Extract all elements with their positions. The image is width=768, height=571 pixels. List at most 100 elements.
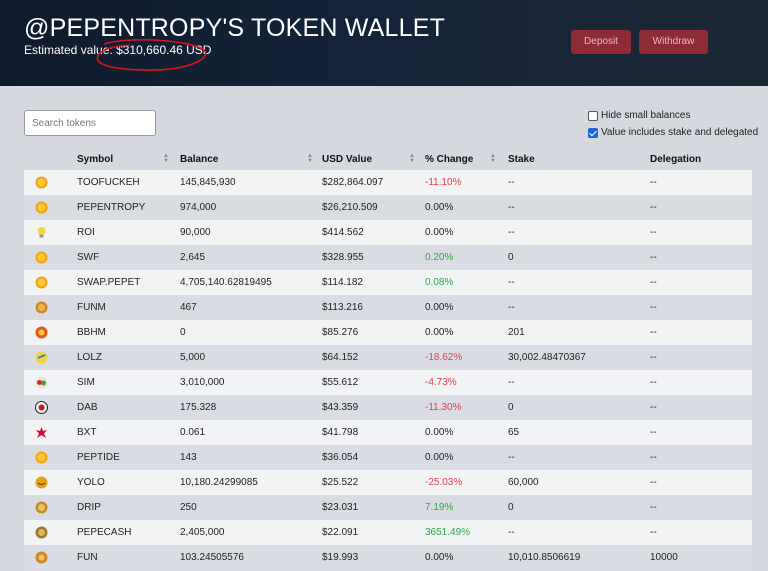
token-balance: 4,705,140.62819495 (180, 277, 272, 288)
table-row: PEPECASH 2,405,000 $22.091 3651.49% -- -- (24, 520, 752, 545)
token-change: 0.00% (425, 427, 454, 438)
token-usd-value: $114.182 (322, 277, 363, 288)
include-stake-checkbox[interactable] (588, 127, 598, 138)
token-symbol[interactable]: BBHM (77, 327, 106, 338)
hide-small-balances-option[interactable]: Hide small balances (588, 110, 691, 121)
token-change: 0.00% (425, 327, 454, 338)
table-row: DAB 175.328 $43.359 -11.30% 0 -- (24, 395, 752, 420)
token-stake: -- (508, 452, 515, 463)
token-usd-value: $64.152 (322, 352, 359, 363)
token-change: -25.03% (425, 477, 463, 488)
lightbulb-icon (37, 227, 46, 238)
token-symbol[interactable]: TOOFUCKEH (77, 177, 140, 188)
token-symbol[interactable]: ROI (77, 227, 95, 238)
token-stake: 60,000 (508, 477, 539, 488)
bbhm-icon (35, 326, 48, 339)
coin-icon (35, 451, 48, 464)
token-change: -11.30% (425, 402, 462, 413)
token-symbol[interactable]: FUNM (77, 302, 106, 313)
column-header-stake: Stake (508, 154, 535, 165)
table-row: PEPTIDE 143 $36.054 0.00% -- -- (24, 445, 752, 470)
token-symbol[interactable]: PEPECASH (77, 527, 131, 538)
table-row: FUNM 467 $113.216 0.00% -- -- (24, 295, 752, 320)
column-header-symbol[interactable]: Symbol (77, 154, 113, 165)
coin-icon (35, 176, 48, 189)
token-balance: 2,405,000 (180, 527, 225, 538)
bxt-icon (36, 427, 47, 438)
token-symbol[interactable]: LOLZ (77, 352, 102, 363)
column-header-delegation: Delegation (650, 154, 702, 165)
token-symbol[interactable]: BXT (77, 427, 96, 438)
token-stake: 0 (508, 252, 514, 263)
token-stake: 30,002.48470367 (508, 352, 586, 363)
token-stake: 201 (508, 327, 525, 338)
sort-icon[interactable]: ▲ ▼ (307, 153, 313, 164)
token-symbol[interactable]: FUN (77, 552, 98, 563)
table-row: BXT 0.061 $41.798 0.00% 65 -- (24, 420, 752, 445)
token-stake: -- (508, 177, 515, 188)
table-row: ROI 90,000 $414.562 0.00% -- -- (24, 220, 752, 245)
search-input[interactable] (24, 110, 156, 136)
coin-icon (35, 201, 48, 214)
token-balance: 0 (180, 327, 186, 338)
withdraw-button[interactable]: Withdraw (639, 30, 708, 54)
column-header-change[interactable]: % Change (425, 154, 473, 165)
token-symbol[interactable]: DRIP (77, 502, 101, 513)
pepecash-icon (35, 526, 48, 539)
include-stake-option[interactable]: Value includes stake and delegated (588, 127, 758, 138)
token-change: -4.73% (425, 377, 457, 388)
token-balance: 0.061 (180, 427, 206, 438)
token-usd-value: $36.054 (322, 452, 359, 463)
coin-icon (35, 251, 48, 264)
token-delegation: -- (650, 477, 657, 488)
token-table: Symbol ▲ ▼ Balance ▲ ▼ USD Value ▲ ▼ % Chan… (24, 150, 752, 570)
token-symbol[interactable]: PEPENTROPY (77, 202, 145, 213)
table-body: TOOFUCKEH 145,845,930 $282,864.097 -11.10% -… (24, 170, 752, 570)
token-delegation: -- (650, 502, 657, 513)
token-delegation: -- (650, 352, 657, 363)
token-stake: 0 (508, 502, 514, 513)
deposit-button[interactable]: Deposit (571, 30, 631, 54)
column-header-usd-value[interactable]: USD Value (322, 154, 372, 165)
token-balance: 974,000 (180, 202, 217, 213)
token-balance: 250 (180, 502, 197, 513)
token-change: 7.19% (425, 502, 454, 513)
token-delegation: 10000 (650, 552, 678, 563)
token-balance: 10,180.24299085 (180, 477, 258, 488)
token-change: 0.00% (425, 452, 454, 463)
token-symbol[interactable]: SWAP.PEPET (77, 277, 140, 288)
token-symbol[interactable]: PEPTIDE (77, 452, 120, 463)
sort-icon[interactable]: ▲ ▼ (490, 153, 496, 164)
sort-icon[interactable]: ▲ ▼ (409, 153, 415, 164)
token-stake: 65 (508, 427, 520, 438)
token-usd-value: $23.031 (322, 502, 359, 513)
table-row: DRIP 250 $23.031 7.19% 0 -- (24, 495, 752, 520)
token-balance: 3,010,000 (180, 377, 225, 388)
sort-icon[interactable]: ▲ ▼ (163, 153, 169, 164)
fun-icon (35, 551, 48, 564)
token-balance: 90,000 (180, 227, 211, 238)
estimate-label: Estimated value: (24, 43, 113, 57)
token-change: 0.00% (425, 202, 454, 213)
token-symbol[interactable]: DAB (77, 402, 98, 413)
token-balance: 5,000 (180, 352, 206, 363)
column-header-balance[interactable]: Balance (180, 154, 218, 165)
token-symbol[interactable]: YOLO (77, 477, 105, 488)
token-stake: -- (508, 227, 515, 238)
token-change: 0.00% (425, 227, 454, 238)
estimate-amount: $310,660.46 USD (116, 43, 212, 57)
token-change: 0.00% (425, 302, 454, 313)
token-usd-value: $22.091 (322, 527, 359, 538)
coin-icon (35, 276, 48, 289)
token-symbol[interactable]: SWF (77, 252, 99, 263)
estimated-value: Estimated value: $310,660.46 USD (24, 43, 211, 57)
token-delegation: -- (650, 227, 657, 238)
token-symbol[interactable]: SIM (77, 377, 95, 388)
token-balance: 2,645 (180, 252, 206, 263)
token-change: 0.00% (425, 552, 454, 563)
table-row: PEPENTROPY 974,000 $26,210.509 0.00% -- -- (24, 195, 752, 220)
token-delegation: -- (650, 327, 657, 338)
token-balance: 467 (180, 302, 197, 313)
hide-small-balances-checkbox[interactable] (588, 110, 598, 121)
token-delegation: -- (650, 527, 657, 538)
